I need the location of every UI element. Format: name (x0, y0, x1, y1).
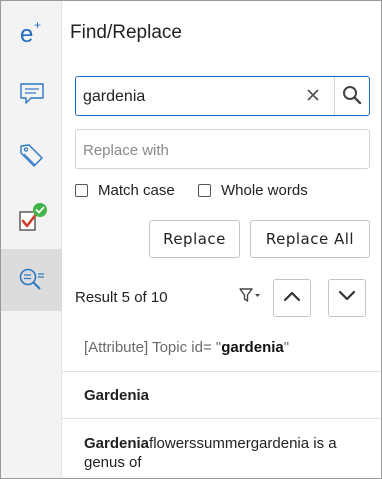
find-replace-window: e + Find/Replace gardenia Replace with M… (0, 0, 382, 479)
rail-item-find-replace[interactable] (1, 249, 62, 311)
whole-words-label: Whole words (221, 181, 308, 199)
result-text: Gardenia (84, 387, 150, 404)
replace-input[interactable] (83, 138, 363, 162)
search-icon (342, 85, 362, 110)
clear-button[interactable] (302, 85, 324, 109)
tags-icon (18, 142, 46, 170)
filter-button[interactable] (237, 286, 263, 308)
previous-result-button[interactable] (273, 279, 311, 317)
rail-item-edit[interactable]: e + (1, 1, 62, 63)
rail-item-tags[interactable] (1, 125, 62, 187)
close-icon (307, 88, 319, 106)
panel-title: Find/Replace (70, 22, 182, 43)
result-match: gardenia (221, 339, 284, 356)
find-field (75, 76, 370, 116)
list-item[interactable]: Gardenia (62, 372, 381, 419)
match-case-checkbox[interactable] (75, 183, 88, 197)
replace-all-button[interactable]: Replace All (250, 220, 370, 258)
find-input[interactable] (83, 85, 303, 109)
whole-words-option[interactable]: Whole words (198, 180, 308, 200)
comment-icon (19, 82, 45, 106)
edit-e-plus-icon: e + (17, 17, 47, 47)
match-case-label: Match case (98, 181, 175, 199)
find-replace-icon (17, 266, 47, 294)
results-list: [Attribute] Topic id= "gardenia" Gardeni… (62, 324, 381, 478)
result-match: Gardenia (84, 435, 150, 452)
rail-item-comments[interactable] (1, 63, 62, 125)
review-checked-icon (15, 201, 49, 235)
svg-text:+: + (34, 18, 41, 32)
result-prefix: [Attribute] Topic id= " (84, 339, 222, 356)
rail-item-review[interactable] (1, 187, 62, 249)
left-icon-rail: e + (1, 1, 62, 478)
search-button[interactable] (337, 83, 367, 111)
result-suffix: " (283, 339, 290, 356)
list-item[interactable]: Gardeniaflowerssummergardenia is a genus… (62, 419, 381, 478)
replace-button[interactable]: Replace (149, 220, 240, 258)
list-item[interactable]: [Attribute] Topic id= "gardenia" (62, 324, 381, 372)
whole-words-checkbox[interactable] (198, 183, 211, 197)
chevron-up-icon (283, 289, 301, 307)
filter-icon (238, 287, 262, 308)
result-count: Result 5 of 10 (75, 289, 168, 306)
svg-text:e: e (20, 21, 33, 47)
replace-field (75, 129, 370, 169)
match-case-option[interactable]: Match case (75, 180, 175, 200)
divider (334, 77, 335, 115)
next-result-button[interactable] (328, 279, 366, 317)
chevron-down-icon (338, 289, 356, 307)
